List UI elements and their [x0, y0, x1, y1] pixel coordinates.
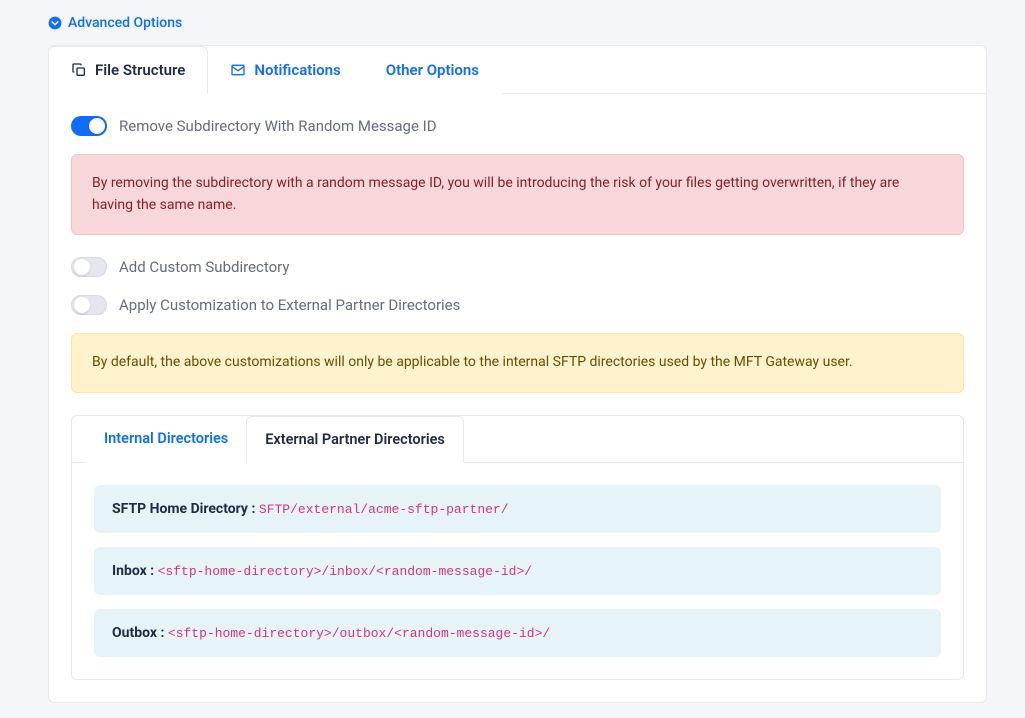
- toggle-remove-subdirectory[interactable]: [71, 116, 107, 136]
- subtab-external-partner-directories[interactable]: External Partner Directories: [246, 416, 464, 463]
- path-value: SFTP/external/acme-sftp-partner/: [259, 502, 509, 517]
- tab-file-structure[interactable]: File Structure: [49, 46, 208, 94]
- toggle-knob: [74, 297, 90, 313]
- toggle-row-add-custom: Add Custom Subdirectory: [71, 257, 964, 277]
- tab-notifications[interactable]: Notifications: [208, 46, 363, 94]
- advanced-options-toggle[interactable]: Advanced Options: [48, 15, 182, 31]
- envelope-icon: [230, 62, 246, 78]
- advanced-options-label: Advanced Options: [68, 15, 182, 31]
- subtab-body-external: SFTP Home Directory : SFTP/external/acme…: [72, 463, 963, 679]
- toggle-knob: [89, 118, 105, 134]
- alert-default-scope: By default, the above customizations wil…: [71, 333, 964, 393]
- path-label: Outbox :: [112, 625, 164, 641]
- directory-subtabs: Internal Directories External Partner Di…: [71, 415, 964, 680]
- toggle-label: Apply Customization to External Partner …: [119, 296, 460, 314]
- path-box-home: SFTP Home Directory : SFTP/external/acme…: [94, 485, 941, 533]
- tab-body-file-structure: Remove Subdirectory With Random Message …: [49, 94, 986, 702]
- tab-label: Other Options: [386, 61, 479, 79]
- tabs-container: File Structure Notifications Other Optio…: [48, 45, 987, 703]
- path-label: SFTP Home Directory :: [112, 501, 255, 517]
- toggle-knob: [74, 259, 90, 275]
- path-value: <sftp-home-directory>/outbox/<random-mes…: [168, 626, 550, 641]
- toggle-row-apply-external: Apply Customization to External Partner …: [71, 295, 964, 315]
- tab-label: Notifications: [254, 61, 340, 79]
- toggle-add-custom-subdirectory[interactable]: [71, 257, 107, 277]
- path-box-inbox: Inbox : <sftp-home-directory>/inbox/<ran…: [94, 547, 941, 595]
- toggle-apply-external[interactable]: [71, 295, 107, 315]
- path-box-outbox: Outbox : <sftp-home-directory>/outbox/<r…: [94, 609, 941, 657]
- tab-other-options[interactable]: Other Options: [364, 46, 502, 94]
- tab-label: File Structure: [95, 61, 185, 79]
- alert-overwrite-risk: By removing the subdirectory with a rand…: [71, 154, 964, 235]
- toggle-row-remove-subdir: Remove Subdirectory With Random Message …: [71, 116, 964, 136]
- toggle-label: Remove Subdirectory With Random Message …: [119, 117, 437, 135]
- subtab-internal-directories[interactable]: Internal Directories: [86, 416, 246, 463]
- subtabs-bar: Internal Directories External Partner Di…: [72, 416, 963, 463]
- copy-icon: [71, 62, 87, 78]
- tabs-bar: File Structure Notifications Other Optio…: [49, 46, 986, 94]
- chevron-down-icon: [48, 16, 62, 30]
- path-value: <sftp-home-directory>/inbox/<random-mess…: [158, 564, 532, 579]
- path-label: Inbox :: [112, 563, 154, 579]
- toggle-label: Add Custom Subdirectory: [119, 258, 289, 276]
